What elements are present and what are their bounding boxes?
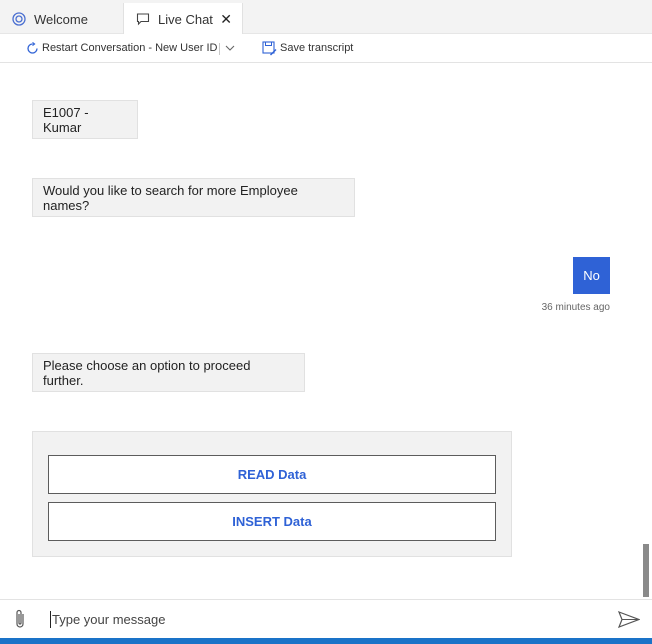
bot-message: Please choose an option to proceed furth…: [32, 353, 305, 392]
bot-message: Would you like to search for more Employ…: [32, 178, 355, 217]
send-icon[interactable]: [618, 611, 640, 628]
tab-live-chat[interactable]: Live Chat ✕: [123, 3, 243, 35]
tab-welcome[interactable]: Welcome: [0, 4, 123, 34]
tab-welcome-label: Welcome: [34, 11, 88, 27]
close-icon[interactable]: ✕: [220, 11, 232, 28]
bot-icon: [12, 12, 26, 26]
message-text: No: [583, 268, 600, 283]
scrollbar-thumb[interactable]: [643, 544, 649, 597]
scrollbar-track[interactable]: [641, 63, 652, 599]
tab-live-chat-label: Live Chat: [158, 11, 213, 27]
save-transcript-button[interactable]: Save transcript: [262, 34, 353, 62]
insert-data-button[interactable]: INSERT Data: [48, 502, 496, 541]
toolbar: Restart Conversation - New User ID Save …: [0, 34, 652, 63]
chat-icon: [136, 12, 150, 26]
restart-conversation-button[interactable]: Restart Conversation - New User ID: [26, 34, 217, 62]
message-input-bar: [0, 599, 652, 638]
bottom-accent-bar: [0, 638, 652, 644]
message-timestamp: 36 minutes ago: [541, 302, 610, 313]
chat-transcript: E1007 - Kumar Would you like to search f…: [0, 63, 652, 599]
message-text: Would you like to search for more Employ…: [43, 182, 298, 213]
paperclip-icon[interactable]: [12, 608, 28, 630]
toolbar-divider: [219, 43, 220, 55]
chevron-down-icon[interactable]: [224, 42, 236, 54]
suggested-actions-card: READ Data INSERT Data: [32, 431, 512, 557]
message-text: Please choose an option to proceed furth…: [43, 357, 251, 388]
refresh-icon: [26, 41, 39, 55]
save-icon: [262, 40, 277, 56]
message-input[interactable]: [52, 606, 592, 632]
user-message: No: [573, 257, 610, 294]
read-data-button[interactable]: READ Data: [48, 455, 496, 494]
bot-message: E1007 - Kumar: [32, 100, 138, 139]
text-cursor: [50, 611, 51, 628]
message-text: E1007 - Kumar: [43, 104, 89, 135]
tab-strip: Welcome Live Chat ✕: [0, 0, 652, 35]
save-transcript-label: Save transcript: [280, 42, 354, 54]
restart-label: Restart Conversation - New User ID: [42, 42, 218, 54]
